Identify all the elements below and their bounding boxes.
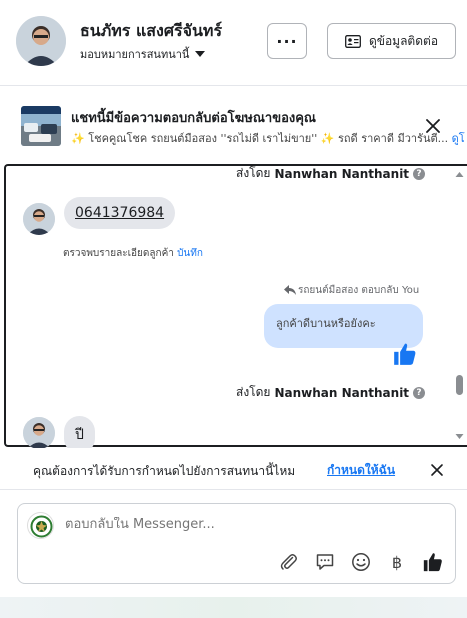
save-detail-link[interactable]: บันทึก <box>177 248 203 259</box>
more-options-button[interactable]: ··· <box>267 23 307 59</box>
sent-like-reaction <box>392 341 418 367</box>
view-contact-label: ดูข้อมูลติดต่อ <box>368 33 439 48</box>
baht-icon: ฿ <box>391 552 403 572</box>
banner-title: แชทนี้มีข้อความตอบกลับต่อโฆษณาของคุณ <box>71 111 316 126</box>
sent-by-line-2: ส่งโดย Nanwhan Nanthanit ? <box>236 383 426 402</box>
banner-close-button[interactable] <box>423 116 443 136</box>
paperclip-icon <box>280 554 297 570</box>
saved-reply-icon <box>316 554 334 570</box>
scroll-down-arrow-icon <box>455 434 464 439</box>
assign-to-me-link[interactable]: กำหนดให้ฉัน <box>327 461 395 480</box>
outgoing-message-text: ลูกค้าดีบานหรือยังคะ <box>276 317 376 330</box>
phone-number-link[interactable]: 0641376984 <box>75 205 164 221</box>
sent-by-prefix: ส่งโดย <box>236 166 271 180</box>
contact-card-icon <box>345 34 361 48</box>
help-icon-2[interactable]: ? <box>413 386 426 399</box>
banner-subtitle: ✨ โชคคูณโชค รถยนต์มือสอง ''รถไม่ดี เราไม… <box>71 129 467 147</box>
page-avatar <box>27 512 54 539</box>
assign-label: มอบหมายการสนทนานี้ <box>80 48 190 61</box>
thread-scrollbar[interactable] <box>452 167 467 445</box>
send-like-button[interactable] <box>421 550 445 574</box>
payment-button[interactable]: ฿ <box>385 550 409 574</box>
sent-by-name: Nanwhan Nanthanit <box>274 166 410 181</box>
reply-context: รถยนต์มือสอง ตอบกลับ You <box>284 283 419 298</box>
last-incoming-text: ปี <box>75 427 84 443</box>
customer-avatar-small <box>23 203 55 235</box>
prompt-close-button[interactable] <box>430 462 444 476</box>
incoming-message-phone[interactable]: 0641376984 <box>64 197 176 229</box>
emoji-icon <box>352 553 370 571</box>
saved-replies-button[interactable] <box>313 550 337 574</box>
thumbs-up-icon <box>394 343 416 365</box>
chevron-down-icon <box>195 50 206 57</box>
reply-arrow-icon <box>284 285 296 295</box>
reply-input[interactable] <box>65 517 425 532</box>
attach-button[interactable] <box>277 550 301 574</box>
emoji-button[interactable] <box>349 550 373 574</box>
close-icon <box>426 119 440 133</box>
assign-prompt-text: คุณต้องการได้รับการกำหนดไปยังการสนทนานี้… <box>33 464 296 478</box>
view-contact-button[interactable]: ดูข้อมูลติดต่อ <box>327 23 456 59</box>
scroll-up-arrow-icon <box>455 172 464 177</box>
page-footer-strip <box>0 597 467 618</box>
customer-name: ธนภัทร แสงศรีจันทร์ <box>80 21 223 40</box>
banner-view-link[interactable]: ดูโ <box>452 132 465 145</box>
scrollbar-thumb[interactable] <box>456 375 463 395</box>
thumbs-up-icon <box>423 553 442 572</box>
more-options-label: ··· <box>276 31 298 51</box>
sent-by-line: ส่งโดย Nanwhan Nanthanit ? <box>236 164 426 183</box>
customer-avatar-small-2 <box>23 417 55 449</box>
sent-by-name-2: Nanwhan Nanthanit <box>274 385 410 400</box>
ad-thumbnail <box>21 106 61 146</box>
detail-note-text: ตรวจพบรายละเอียดลูกค้า <box>63 248 174 259</box>
customer-avatar[interactable] <box>16 16 66 66</box>
sent-by-prefix-2: ส่งโดย <box>236 385 271 399</box>
reply-context-label: รถยนต์มือสอง ตอบกลับ You <box>298 285 420 296</box>
close-icon <box>431 464 443 476</box>
banner-ad-text: ✨ โชคคูณโชค รถยนต์มือสอง ''รถไม่ดี เราไม… <box>71 132 449 145</box>
help-icon[interactable]: ? <box>413 167 426 180</box>
customer-detail-note: ตรวจพบรายละเอียดลูกค้า บันทึก <box>63 246 203 261</box>
assign-dropdown[interactable]: มอบหมายการสนทนานี้ <box>80 45 206 63</box>
